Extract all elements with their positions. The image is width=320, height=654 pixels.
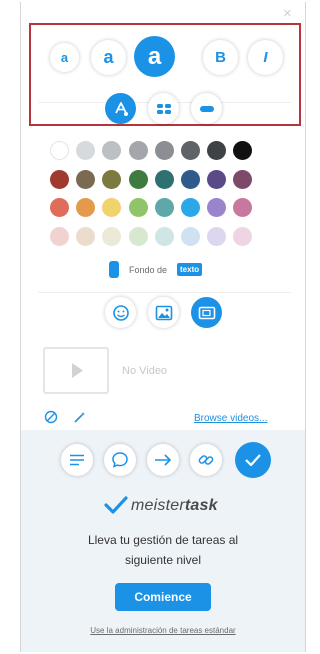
- color-swatch[interactable]: [102, 169, 122, 189]
- edit-video-icon[interactable]: [73, 410, 87, 424]
- font-size-large-label: a: [147, 42, 162, 70]
- link-icon: [198, 455, 214, 465]
- color-swatch[interactable]: [102, 226, 122, 246]
- image-button[interactable]: [148, 297, 179, 328]
- font-size-large-button[interactable]: a: [134, 36, 175, 77]
- arrow-right-icon: [155, 454, 172, 466]
- color-swatch[interactable]: [76, 169, 96, 189]
- color-swatch[interactable]: [181, 169, 200, 189]
- bold-button[interactable]: B: [203, 40, 238, 75]
- color-swatch[interactable]: [233, 226, 253, 246]
- pill-shape-button[interactable]: [191, 93, 222, 124]
- color-swatch[interactable]: [76, 226, 96, 246]
- video-icon: [198, 306, 215, 319]
- color-swatch[interactable]: [154, 226, 174, 246]
- brand-bold: task: [184, 497, 218, 514]
- background-target-badge[interactable]: texto: [177, 263, 203, 276]
- background-label: Fondo de: [129, 265, 168, 275]
- color-swatch[interactable]: [207, 169, 227, 189]
- meistertask-logo: meistertask: [131, 497, 218, 515]
- italic-label: I: [263, 49, 268, 66]
- shape-style-button[interactable]: [148, 93, 179, 124]
- promo-line-2: siguiente nivel: [124, 553, 202, 567]
- align-left-button[interactable]: [61, 444, 93, 476]
- italic-button[interactable]: I: [248, 40, 283, 75]
- promo-line-1: Lleva tu gestión de tareas al: [87, 533, 239, 547]
- video-preview[interactable]: [43, 347, 109, 394]
- standard-tasks-link[interactable]: Use la administración de tareas estándar: [21, 626, 305, 635]
- color-swatch[interactable]: [128, 198, 148, 217]
- font-size-medium-label: a: [103, 47, 114, 67]
- color-swatch[interactable]: [181, 141, 200, 160]
- font-size-small-label: a: [60, 50, 69, 65]
- emoji-icon: [112, 304, 129, 321]
- image-icon: [155, 305, 172, 320]
- color-swatch[interactable]: [128, 226, 148, 246]
- color-swatch[interactable]: [154, 198, 174, 217]
- color-swatch[interactable]: [50, 169, 69, 189]
- shape-style-icon: [156, 103, 171, 114]
- color-swatch[interactable]: [128, 169, 148, 189]
- pill-shape-icon: [199, 105, 214, 112]
- confirm-button[interactable]: [235, 442, 271, 478]
- color-swatch[interactable]: [128, 141, 148, 160]
- color-swatch[interactable]: [154, 141, 174, 160]
- color-swatch[interactable]: [233, 169, 253, 189]
- divider: [38, 292, 291, 293]
- promo-text: Lleva tu gestión de tareas al siguiente …: [21, 530, 305, 570]
- color-swatch[interactable]: [50, 226, 69, 246]
- color-swatch[interactable]: [50, 198, 69, 217]
- color-swatch[interactable]: [181, 226, 200, 246]
- browse-videos-link[interactable]: Browse videos...: [194, 413, 267, 424]
- comment-button[interactable]: [104, 444, 136, 476]
- color-swatch[interactable]: [207, 226, 227, 246]
- color-swatch[interactable]: [154, 169, 174, 189]
- fill-color-icon: [114, 101, 128, 116]
- close-icon[interactable]: ×: [283, 6, 292, 21]
- check-icon: [245, 454, 261, 467]
- emoji-button[interactable]: [105, 297, 136, 328]
- start-button[interactable]: Comience: [115, 583, 211, 611]
- no-video-label: No Video: [122, 365, 168, 377]
- arrow-button[interactable]: [147, 444, 179, 476]
- remove-video-icon[interactable]: [44, 410, 58, 424]
- link-button[interactable]: [190, 444, 222, 476]
- color-swatch[interactable]: [181, 198, 200, 217]
- video-button[interactable]: [191, 297, 222, 328]
- play-icon: [72, 363, 83, 378]
- align-left-icon: [70, 454, 84, 466]
- font-size-medium-button[interactable]: a: [91, 40, 126, 75]
- fill-color-button[interactable]: [105, 93, 136, 124]
- meistertask-check-icon: [104, 496, 128, 514]
- brand-light: meister: [131, 497, 185, 514]
- background-toggle[interactable]: [109, 261, 119, 278]
- bold-label: B: [215, 49, 226, 66]
- comment-icon: [112, 452, 128, 468]
- color-swatch[interactable]: [50, 141, 69, 160]
- font-size-small-button[interactable]: a: [50, 43, 79, 72]
